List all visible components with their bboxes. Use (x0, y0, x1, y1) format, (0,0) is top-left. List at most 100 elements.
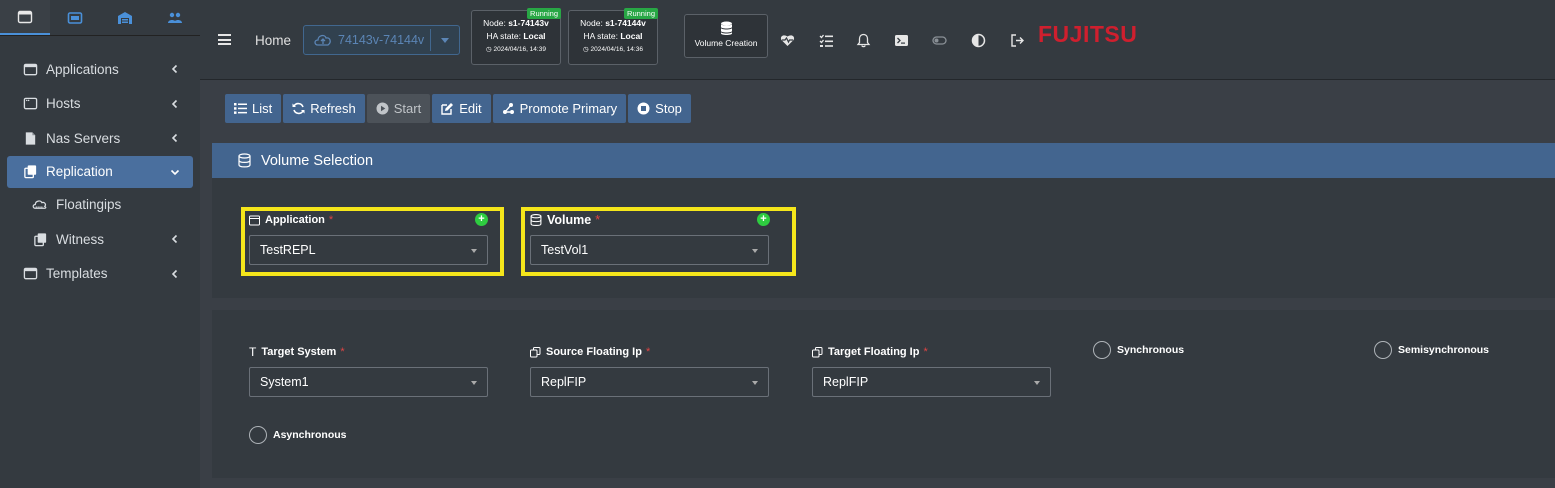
promote-icon (502, 103, 514, 114)
refresh-icon (292, 102, 305, 115)
target-floating-ip-select-value: ReplFIP (823, 375, 869, 389)
clock-icon: ◷ (583, 46, 589, 53)
synchronous-radio[interactable]: Synchronous (1093, 341, 1184, 359)
required-mark: * (328, 214, 334, 226)
window-icon (249, 215, 260, 225)
contrast-icon[interactable] (971, 33, 986, 48)
cloud-icon (32, 197, 48, 213)
sidebar-item-hosts[interactable]: Hosts (0, 87, 200, 122)
node-status-card[interactable]: Running Node: s1-74144v HA state: Local … (568, 8, 658, 65)
cluster-select[interactable]: 74143v-74144v (303, 25, 460, 55)
caret-down-icon[interactable] (441, 38, 449, 43)
play-circle-icon (376, 102, 389, 115)
clock-icon: ◷ (486, 46, 492, 53)
synchronous-label: Synchronous (1117, 344, 1185, 356)
stop-circle-icon (637, 102, 650, 115)
sidebar-item-label: Hosts (46, 96, 81, 112)
sidebar-tab-storage[interactable] (100, 0, 150, 35)
caret-down-icon (1034, 381, 1040, 385)
volume-label-text: Volume (547, 213, 592, 227)
home-link[interactable]: Home (255, 33, 291, 48)
target-system-select[interactable]: System1 (249, 367, 488, 397)
tasks-icon[interactable] (819, 33, 834, 48)
host-icon (22, 96, 38, 112)
sidebar-item-label: Witness (56, 231, 105, 247)
panel-title: Volume Selection (261, 152, 374, 169)
sidebar-item-templates[interactable]: Templates (0, 257, 200, 292)
source-floating-ip-select[interactable]: ReplFIP (530, 367, 769, 397)
source-floating-ip-label: Source Floating Ip * (530, 345, 769, 359)
volume-selection-header: Volume Selection (212, 143, 1555, 178)
sidebar-item-applications[interactable]: Applications (0, 52, 200, 87)
terminal-icon[interactable] (894, 33, 909, 48)
hamburger-menu-icon[interactable] (218, 34, 231, 45)
node-time: 2024/04/16, 14:39 (493, 46, 546, 53)
target-floating-ip-field: Target Floating Ip * ReplFIP (812, 345, 1051, 397)
caret-down-icon (471, 381, 477, 385)
target-system-label: T Target System * (249, 345, 488, 359)
main-content: List Refresh Start Edit Promote Primary … (200, 80, 1555, 488)
sidebar-item-replication[interactable]: Replication (7, 155, 193, 188)
target-floating-ip-select[interactable]: ReplFIP (812, 367, 1051, 397)
source-floating-ip-label-text: Source Floating Ip (546, 346, 642, 358)
heartbeat-icon[interactable] (780, 33, 795, 48)
application-field: Application * TestREPL (249, 213, 488, 265)
volume-select[interactable]: TestVol1 (530, 235, 769, 265)
source-floating-ip-field: Source Floating Ip * ReplFIP (530, 345, 769, 397)
caret-down-icon (752, 249, 758, 253)
semisynchronous-radio[interactable]: Semisynchronous (1374, 341, 1489, 359)
logout-icon[interactable] (1010, 33, 1025, 48)
bell-icon[interactable] (856, 33, 871, 48)
window-icon (22, 61, 38, 77)
volume-selection-panel: Volume Selection Application * TestREPL +… (212, 143, 1555, 298)
refresh-button[interactable]: Refresh (283, 94, 365, 123)
brand-logo: FUJITSU (1038, 21, 1138, 47)
node-name: s1-74144v (605, 18, 646, 28)
chevron-down-icon (170, 169, 180, 175)
target-system-field: T Target System * System1 (249, 345, 488, 397)
target-system-label-text: Target System (261, 346, 337, 358)
sidebar-item-nas-servers[interactable]: Nas Servers (0, 121, 200, 156)
sidebar-item-label: Floatingips (56, 197, 122, 213)
sidebar-item-label: Applications (46, 61, 119, 77)
replication-settings-panel: T Target System * System1 Source Floating… (212, 310, 1555, 478)
volume-label: Volume * (530, 213, 769, 227)
chevron-left-icon (171, 235, 178, 244)
application-label-text: Application (265, 214, 325, 226)
asynchronous-radio[interactable]: Asynchronous (249, 426, 347, 444)
sidebar-item-witness[interactable]: Witness (0, 222, 200, 257)
ha-state: Local (620, 31, 643, 41)
volume-creation-label: Volume Creation (694, 38, 758, 48)
edit-button[interactable]: Edit (432, 94, 491, 123)
add-volume-icon[interactable]: + (757, 213, 770, 226)
application-label: Application * (249, 213, 488, 227)
sidebar-item-label: Nas Servers (46, 130, 121, 146)
ha-prefix: HA state: (583, 31, 621, 41)
volume-field: Volume * TestVol1 (530, 213, 769, 265)
sidebar-item-floatingips[interactable]: Floatingips (0, 188, 200, 223)
list-button[interactable]: List (225, 94, 282, 123)
promote-primary-button[interactable]: Promote Primary (492, 94, 627, 123)
top-navbar: Home 74143v-74144v Running Node: s1-7414… (200, 0, 1555, 80)
sidebar-tab-applications[interactable] (0, 0, 50, 35)
target-floating-ip-label: Target Floating Ip * (812, 345, 1051, 359)
toggle-icon[interactable] (932, 33, 947, 48)
stop-button[interactable]: Stop (628, 94, 691, 123)
node-status-card[interactable]: Running Node: s1-74143v HA state: Local … (471, 8, 561, 65)
edit-icon (441, 103, 454, 115)
volume-creation-button[interactable]: Volume Creation (684, 14, 768, 58)
ha-line: HA state: Local (569, 30, 657, 43)
add-application-icon[interactable]: + (475, 213, 488, 226)
refresh-button-label: Refresh (310, 101, 356, 116)
sidebar-tabs (0, 0, 200, 36)
sidebar-tab-servers[interactable] (50, 0, 100, 35)
start-button[interactable]: Start (366, 94, 431, 123)
users-icon (168, 12, 182, 23)
warehouse-icon (118, 11, 132, 24)
node-timestamp: ◷ 2024/04/16, 14:36 (569, 43, 657, 56)
sidebar-tab-users[interactable] (150, 0, 200, 35)
cloud-upload-icon (314, 34, 331, 46)
ha-line: HA state: Local (472, 30, 560, 43)
application-select[interactable]: TestREPL (249, 235, 488, 265)
radio-circle (249, 426, 267, 444)
